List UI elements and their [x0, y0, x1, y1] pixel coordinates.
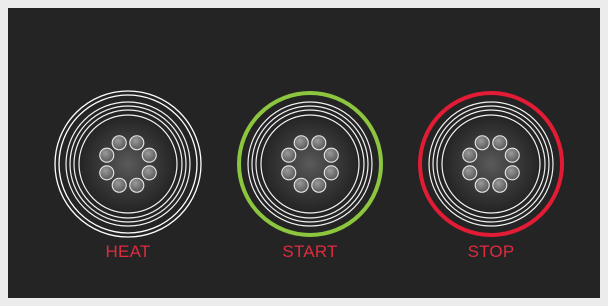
- indicator-dot: [474, 177, 490, 193]
- indicator-dot: [141, 165, 157, 181]
- indicator-dot: [99, 147, 115, 163]
- indicator-dot: [311, 177, 327, 193]
- control-panel: HEAT START STOP: [8, 8, 600, 298]
- start-button-group: START: [230, 84, 390, 284]
- indicator-dot: [99, 165, 115, 181]
- indicator-dot: [293, 135, 309, 151]
- indicator-dot: [474, 135, 490, 151]
- indicator-dot: [492, 135, 508, 151]
- start-button[interactable]: [230, 84, 390, 244]
- indicator-dot: [111, 135, 127, 151]
- indicator-dot: [141, 147, 157, 163]
- indicator-dot: [281, 165, 297, 181]
- indicator-dot: [129, 177, 145, 193]
- stop-button[interactable]: [411, 84, 571, 244]
- heat-button-group: HEAT: [48, 84, 208, 284]
- indicator-dot: [311, 135, 327, 151]
- indicator-dot: [129, 135, 145, 151]
- indicator-dot: [492, 177, 508, 193]
- start-button-label: START: [282, 242, 338, 261]
- heat-button[interactable]: [48, 84, 208, 244]
- indicator-dot: [504, 165, 520, 181]
- button-center: [263, 117, 357, 211]
- button-center: [444, 117, 538, 211]
- button-center: [81, 117, 175, 211]
- indicator-dot: [323, 147, 339, 163]
- indicator-dot: [323, 165, 339, 181]
- indicator-dot: [111, 177, 127, 193]
- indicator-dot: [462, 147, 478, 163]
- indicator-dot: [281, 147, 297, 163]
- stop-button-label: STOP: [467, 242, 515, 261]
- indicator-dot: [293, 177, 309, 193]
- indicator-dot: [462, 165, 478, 181]
- indicator-dot: [504, 147, 520, 163]
- heat-button-label: HEAT: [105, 242, 151, 261]
- stop-button-group: STOP: [411, 84, 571, 284]
